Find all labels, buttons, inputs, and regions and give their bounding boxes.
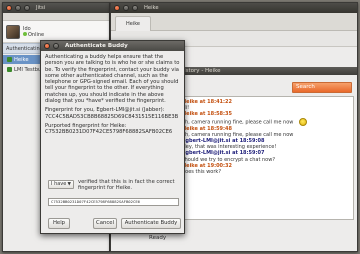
purported-fingerprint-label: Purported fingerprint for Heike: bbox=[45, 122, 127, 129]
message-sender: Heike at 18:41:22 bbox=[182, 99, 232, 105]
maximize-window-button[interactable] bbox=[132, 5, 138, 11]
self-account-info: Ido Online bbox=[23, 26, 44, 38]
buddy-label: Heike bbox=[14, 56, 29, 63]
dialog-intro-text: Authenticating a buddy helps ensure that… bbox=[45, 54, 180, 105]
chat-log: Heike at 18:41:22 Hi! Heike at 18:58:35 … bbox=[178, 96, 354, 220]
dialog-title: Authenticate Buddy bbox=[65, 43, 128, 49]
buddy-label: LMI Testbu bbox=[14, 66, 42, 73]
purported-fingerprint: Purported fingerprint for Heike: C7532BB… bbox=[45, 123, 180, 136]
message-sender: Heike at 18:59:48 bbox=[182, 125, 232, 132]
close-dialog-button[interactable] bbox=[44, 43, 50, 49]
minimize-window-button[interactable] bbox=[123, 5, 129, 11]
avatar[interactable] bbox=[6, 24, 20, 39]
history-window-title: History - Heike bbox=[176, 67, 357, 75]
chat-tabbar: Heike bbox=[111, 13, 357, 31]
authenticate-buddy-dialog: Authenticate Buddy Authenticating a budd… bbox=[40, 40, 185, 234]
smiley-icon bbox=[299, 117, 308, 126]
chat-message-text: oh, camera running fine, please call me … bbox=[182, 117, 350, 126]
buddy-window-title: Jitsi bbox=[36, 5, 46, 11]
verification-select-value: I have bbox=[51, 181, 67, 187]
status-text: Ready bbox=[149, 235, 167, 241]
message-sender: Egbert-LMI@jit.si at 18:59:07 bbox=[182, 150, 265, 157]
close-window-button[interactable] bbox=[6, 5, 12, 11]
your-fingerprint-label: Fingerprint for you, Egbert-LMI@jit.si (… bbox=[45, 107, 165, 114]
buddy-window-menubar bbox=[3, 13, 109, 21]
close-window-button[interactable] bbox=[114, 5, 120, 11]
chevron-down-icon: ▼ bbox=[67, 182, 71, 187]
help-button[interactable]: Help bbox=[48, 218, 70, 229]
buddy-window-titlebar: Jitsi bbox=[3, 3, 109, 13]
purported-fingerprint-value: C7532BB0231D07F42CE5798F68882SAFB02CE6 bbox=[45, 129, 173, 136]
message-sender: Heike at 18:58:35 bbox=[182, 111, 232, 118]
cancel-button[interactable]: Cancel bbox=[93, 218, 117, 229]
fingerprint-input[interactable]: C7532BB0231D07F42CE5798F68882SAFB02CE6 bbox=[48, 198, 179, 206]
authenticate-buddy-button[interactable]: Authenticate Buddy bbox=[121, 218, 181, 229]
chat-message-text: does this work? bbox=[182, 169, 221, 176]
chat-window-title: Heike bbox=[144, 5, 159, 11]
minimize-window-button[interactable] bbox=[15, 5, 21, 11]
buddy-status-icon bbox=[7, 67, 12, 72]
your-fingerprint: Fingerprint for you, Egbert-LMI@jit.si (… bbox=[45, 107, 180, 120]
chat-window-titlebar: Heike bbox=[111, 3, 357, 13]
verification-select[interactable]: I have ▼ bbox=[48, 180, 74, 189]
self-status[interactable]: Online bbox=[23, 31, 45, 38]
message-sender: Egbert-LMI@jit.si at 18:59:08 bbox=[182, 138, 265, 145]
tab-heike[interactable]: Heike bbox=[115, 16, 151, 31]
your-fingerprint-value: 7CC4C5BAD53CB8B68825D69C8431515E116BE3B bbox=[45, 113, 179, 120]
self-status-label: Online bbox=[28, 31, 45, 38]
tab-label: Heike bbox=[125, 21, 141, 27]
message-sender: Heike at 19:00:32 bbox=[182, 162, 232, 169]
dialog-titlebar: Authenticate Buddy bbox=[41, 41, 184, 51]
maximize-window-button[interactable] bbox=[24, 5, 30, 11]
dialog-body: Authenticating a buddy helps ensure that… bbox=[41, 51, 184, 142]
buddy-status-icon bbox=[7, 57, 12, 62]
search-button[interactable]: Search bbox=[292, 82, 352, 93]
minimize-dialog-button[interactable] bbox=[53, 43, 59, 49]
online-status-icon bbox=[23, 31, 27, 36]
verified-statement: verified that this is in fact the correc… bbox=[78, 179, 175, 191]
